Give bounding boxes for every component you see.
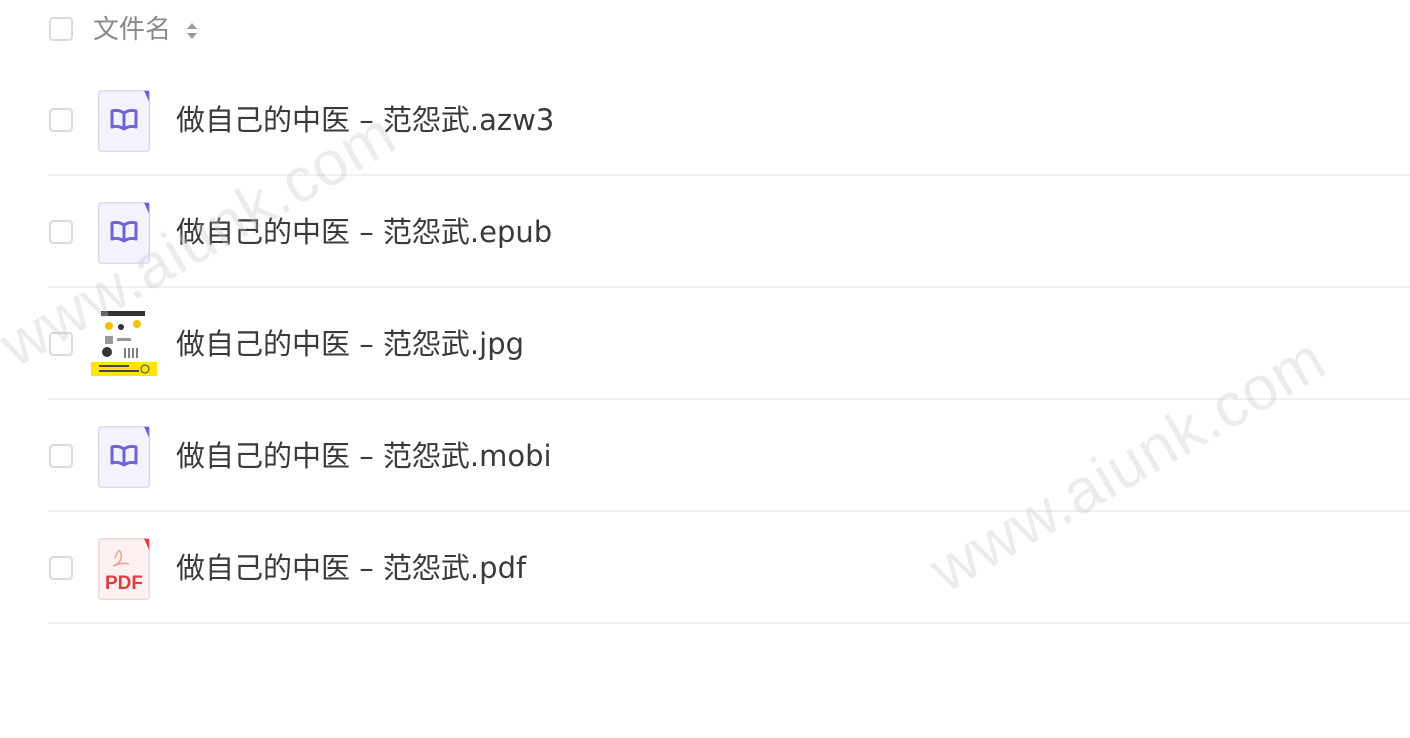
file-name[interactable]: 做自己的中医 – 范怨武.pdf bbox=[176, 548, 526, 588]
file-name[interactable]: 做自己的中医 – 范怨武.epub bbox=[176, 212, 552, 252]
file-row[interactable]: 做自己的中医 – 范怨武.jpg bbox=[0, 288, 1410, 400]
file-list-header: 文件名 bbox=[0, 0, 1410, 62]
file-list-page: 文件名 做自己的中医 – 范怨武.azw3 做自己的中医 – 范怨武.epub bbox=[0, 0, 1410, 738]
row-checkbox[interactable] bbox=[49, 220, 73, 244]
ebook-icon bbox=[98, 202, 150, 264]
image-thumbnail bbox=[91, 310, 157, 376]
row-checkbox[interactable] bbox=[49, 332, 73, 356]
select-all-checkbox[interactable] bbox=[49, 17, 73, 41]
file-row[interactable]: 做自己的中医 – 范怨武.mobi bbox=[0, 400, 1410, 512]
row-divider bbox=[48, 622, 1410, 624]
ebook-icon bbox=[98, 90, 150, 152]
file-name[interactable]: 做自己的中医 – 范怨武.jpg bbox=[176, 324, 524, 364]
file-row[interactable]: PDF 做自己的中医 – 范怨武.pdf bbox=[0, 512, 1410, 624]
file-name[interactable]: 做自己的中医 – 范怨武.azw3 bbox=[176, 100, 554, 140]
pdf-icon-text: PDF bbox=[105, 573, 143, 594]
row-checkbox[interactable] bbox=[49, 444, 73, 468]
file-name[interactable]: 做自己的中医 – 范怨武.mobi bbox=[176, 436, 552, 476]
file-row[interactable]: 做自己的中医 – 范怨武.epub bbox=[0, 176, 1410, 288]
row-checkbox[interactable] bbox=[49, 108, 73, 132]
sort-icon[interactable] bbox=[184, 19, 200, 43]
filename-column-header[interactable]: 文件名 bbox=[93, 12, 171, 48]
pdf-icon: PDF bbox=[98, 538, 150, 600]
ebook-icon bbox=[98, 426, 150, 488]
row-checkbox[interactable] bbox=[49, 556, 73, 580]
file-row[interactable]: 做自己的中医 – 范怨武.azw3 bbox=[0, 64, 1410, 176]
